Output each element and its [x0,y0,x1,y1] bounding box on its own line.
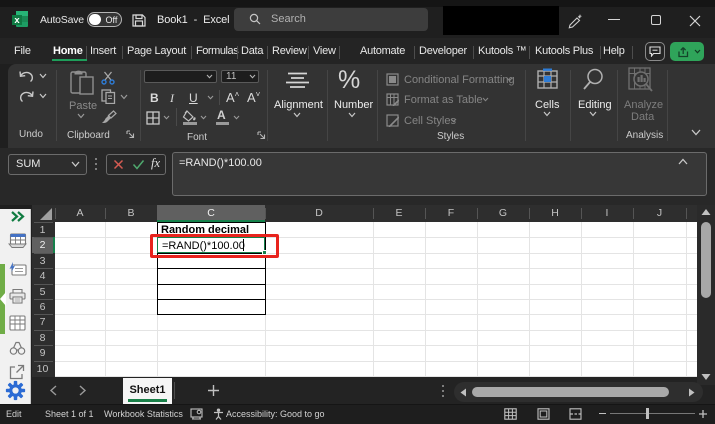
svg-text:x: x [14,15,20,26]
